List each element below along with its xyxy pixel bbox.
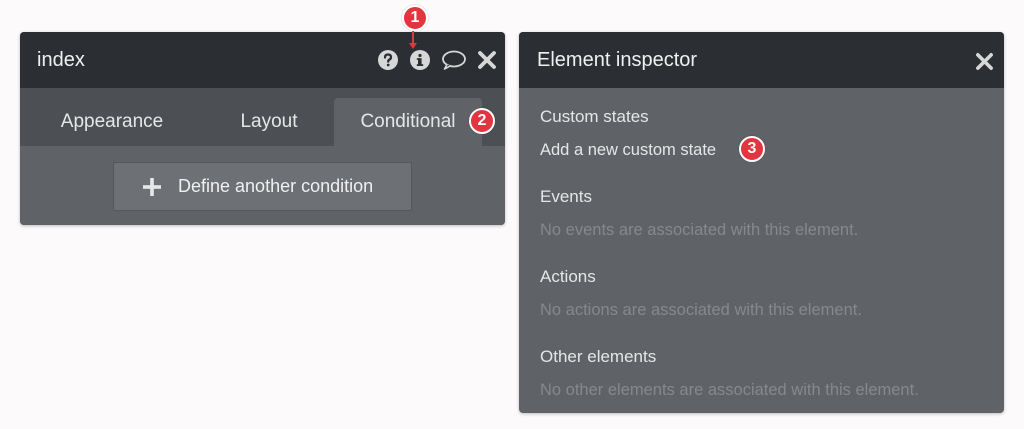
- annotation-badge-1: 1: [402, 5, 428, 31]
- annotation-arrow-head: [409, 43, 417, 49]
- panel-header: index: [20, 32, 505, 88]
- inspector-title: Element inspector: [537, 48, 698, 71]
- add-custom-state-link[interactable]: Add a new custom state: [540, 142, 716, 159]
- section-actions: Actions No actions are associated with t…: [540, 248, 983, 328]
- info-icon[interactable]: [409, 49, 431, 71]
- define-button-label: Define another condition: [178, 176, 374, 196]
- tab-bar: Appearance Layout Conditional: [20, 88, 505, 146]
- annotation-badge-2: 2: [469, 108, 495, 134]
- tab-layout[interactable]: Layout: [204, 98, 334, 146]
- inspector-header: Element inspector: [519, 32, 1004, 88]
- section-title: Events: [540, 187, 592, 206]
- tab-appearance[interactable]: Appearance: [20, 98, 204, 146]
- other-elements-empty-text: No other elements are associated with th…: [540, 381, 919, 399]
- define-another-condition-button[interactable]: Define another condition: [113, 162, 412, 211]
- annotation-badge-3: 3: [739, 136, 765, 162]
- section-title: Other elements: [540, 347, 657, 366]
- element-inspector-panel: Element inspector Custom states Add a ne…: [519, 32, 1004, 413]
- inspector-body: Custom states Add a new custom state Eve…: [519, 88, 1004, 408]
- page-editor-panel: index Appearance Layout Conditional Defi…: [20, 32, 505, 225]
- header-icons: [377, 32, 497, 88]
- events-empty-text: No events are associated with this eleme…: [540, 221, 859, 239]
- actions-empty-text: No actions are associated with this elem…: [540, 301, 862, 319]
- section-events: Events No events are associated with thi…: [540, 168, 983, 248]
- tab-conditional[interactable]: Conditional: [334, 98, 482, 146]
- question-icon[interactable]: [377, 49, 399, 71]
- close-icon[interactable]: [975, 52, 994, 77]
- conditional-tab-content: Define another condition: [20, 146, 505, 225]
- section-other-elements: Other elements No other elements are ass…: [540, 328, 983, 408]
- section-title: Actions: [540, 267, 596, 286]
- page-title: index: [37, 48, 85, 71]
- close-icon[interactable]: [477, 50, 497, 70]
- plus-icon: [143, 177, 161, 196]
- section-title: Custom states: [540, 107, 649, 126]
- comment-icon[interactable]: [441, 49, 467, 71]
